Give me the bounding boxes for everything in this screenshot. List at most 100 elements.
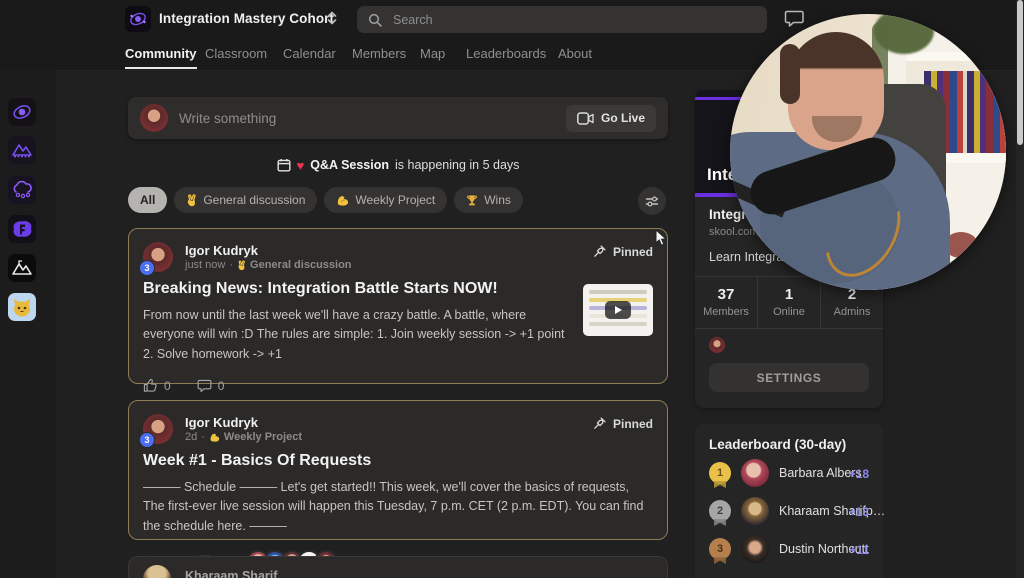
pin-icon xyxy=(592,244,607,259)
like-button[interactable]: 0 xyxy=(143,378,171,393)
flexed-biceps-icon xyxy=(336,194,349,206)
leaderboard-points: +11 xyxy=(849,543,869,557)
author-avatar[interactable]: 3 xyxy=(139,414,173,448)
filter-all[interactable]: All xyxy=(128,187,168,213)
tab-calendar[interactable]: Calendar xyxy=(283,38,336,68)
post-body[interactable]: From now until the last week we'll have … xyxy=(143,306,573,364)
tab-leaderboards[interactable]: Leaderboards xyxy=(466,38,546,68)
community-logo-icon[interactable] xyxy=(125,6,151,32)
rail-item-integration-mastery[interactable] xyxy=(8,98,36,126)
post-category[interactable]: General discussion xyxy=(250,259,351,271)
tab-community[interactable]: Community xyxy=(125,38,197,69)
rail-item-peak-community[interactable] xyxy=(8,254,36,282)
leaderboard-name[interactable]: Kharaam Sharifp… xyxy=(779,504,885,518)
composer-placeholder[interactable]: Write something xyxy=(179,111,555,126)
filter-weekly-project[interactable]: Weekly Project xyxy=(324,187,448,213)
bronze-medal-icon: 3 xyxy=(709,538,731,560)
thumb-row xyxy=(589,322,647,326)
post-body[interactable]: ——— Schedule ——— Let's get started!! Thi… xyxy=(143,478,648,536)
play-button-icon[interactable] xyxy=(605,301,631,319)
webcam-overlay xyxy=(730,14,1006,290)
filter-weekly-label: Weekly Project xyxy=(355,193,436,207)
current-user-avatar xyxy=(140,104,168,132)
post-title[interactable]: Breaking News: Integration Battle Starts… xyxy=(143,280,653,298)
event-suffix: is happening in 5 days xyxy=(395,158,520,172)
upcoming-event-banner[interactable]: ♥ Q&A Session is happening in 5 days xyxy=(128,155,668,175)
event-title: Q&A Session xyxy=(310,158,390,172)
leaderboard-row[interactable]: 3 Dustin Northcutt +11 xyxy=(709,532,869,570)
skool-community-page: Integration Mastery Cohort Community xyxy=(0,0,1024,578)
post-card-partial[interactable]: Kharaam Sharif xyxy=(128,556,668,578)
tab-calendar-label: Calendar xyxy=(283,45,336,61)
post-card-week-1[interactable]: 3 Igor Kudryk 2d · Weekly Project Pinned… xyxy=(128,400,668,575)
divider xyxy=(695,328,883,329)
thumb-row xyxy=(589,290,647,294)
pinned-label: Pinned xyxy=(612,244,653,259)
presenter-hair xyxy=(780,44,800,104)
author-name[interactable]: Igor Kudryk xyxy=(185,415,258,430)
author-name[interactable]: Igor Kudryk xyxy=(185,243,258,258)
filter-general-label: General discussion xyxy=(203,193,306,207)
rail-item-f-logo-community[interactable] xyxy=(8,215,36,243)
search-icon xyxy=(368,13,382,27)
post-header: 3 Igor Kudryk 2d · Weekly Project Pinned xyxy=(139,414,653,448)
silver-medal-icon: 2 xyxy=(709,500,731,522)
leaderboard-points: +13 xyxy=(848,505,869,519)
post-time: just now xyxy=(185,259,226,271)
meta-separator: · xyxy=(229,259,234,271)
search-bar[interactable] xyxy=(357,6,767,33)
community-switcher-icon[interactable] xyxy=(326,9,338,27)
settings-button[interactable]: SETTINGS xyxy=(709,363,869,392)
author-avatar xyxy=(143,565,171,578)
rail-item-mountain-community[interactable] xyxy=(8,136,36,164)
pinned-indicator: Pinned xyxy=(592,416,653,431)
filter-general-discussion[interactable]: General discussion xyxy=(174,187,318,213)
post-card-breaking-news[interactable]: 3 Igor Kudryk just now · General discuss… xyxy=(128,228,668,393)
post-time: 2d xyxy=(185,431,198,443)
calendar-icon xyxy=(277,158,291,172)
community-switcher-rail xyxy=(0,70,56,578)
rail-item-cloud-community[interactable] xyxy=(8,176,36,204)
leaderboard-avatar xyxy=(741,535,769,563)
members-label: Members xyxy=(703,306,749,318)
rail-item-cat-community[interactable] xyxy=(8,293,36,321)
leaderboard-row[interactable]: 1 Barbara Albers +18 xyxy=(709,456,869,494)
post-title[interactable]: Week #1 - Basics Of Requests xyxy=(143,452,653,470)
feed-sort-filter-button[interactable] xyxy=(638,187,666,215)
chat-icon[interactable] xyxy=(784,9,805,28)
post-composer[interactable]: Write something Go Live xyxy=(128,97,668,139)
comment-count: 0 xyxy=(217,378,225,393)
video-thumbnail[interactable] xyxy=(583,284,653,336)
filter-wins-label: Wins xyxy=(484,193,511,207)
author-avatar[interactable]: 3 xyxy=(139,242,173,276)
member-avatar xyxy=(709,337,725,353)
page-scrollbar[interactable] xyxy=(1016,0,1024,578)
flexed-biceps-icon xyxy=(209,432,220,442)
post-category[interactable]: Weekly Project xyxy=(224,431,302,443)
scrollbar-thumb[interactable] xyxy=(1017,0,1023,145)
category-filter-row: All General discussion Weekly Project Wi… xyxy=(128,187,668,213)
tab-classroom[interactable]: Classroom xyxy=(205,38,267,68)
filter-all-label: All xyxy=(140,193,156,207)
tab-members-label: Members xyxy=(352,45,407,61)
tab-members[interactable]: Members xyxy=(352,38,406,68)
tab-map[interactable]: Map xyxy=(420,38,445,68)
leaderboard-title: Leaderboard (30-day) xyxy=(709,437,847,452)
heart-icon: ♥ xyxy=(296,157,305,173)
community-name[interactable]: Integration Mastery Cohort xyxy=(159,11,334,26)
pinned-label: Pinned xyxy=(612,416,653,431)
filter-wins[interactable]: Wins xyxy=(454,187,523,213)
go-live-button[interactable]: Go Live xyxy=(565,104,656,132)
victory-hand-icon xyxy=(237,259,246,271)
post-footer: 0 0 xyxy=(143,378,653,393)
trophy-icon xyxy=(466,194,478,207)
search-input[interactable] xyxy=(391,11,756,28)
tab-about[interactable]: About xyxy=(558,38,592,68)
comment-button[interactable]: 0 xyxy=(197,378,225,393)
leaderboard-row[interactable]: 2 Kharaam Sharifp… +13 xyxy=(709,494,885,532)
mouse-cursor xyxy=(655,229,669,247)
meta-separator: · xyxy=(201,431,205,443)
level-badge: 3 xyxy=(139,260,155,276)
member-avatar-row[interactable] xyxy=(709,337,869,353)
gold-medal-icon: 1 xyxy=(709,462,731,484)
